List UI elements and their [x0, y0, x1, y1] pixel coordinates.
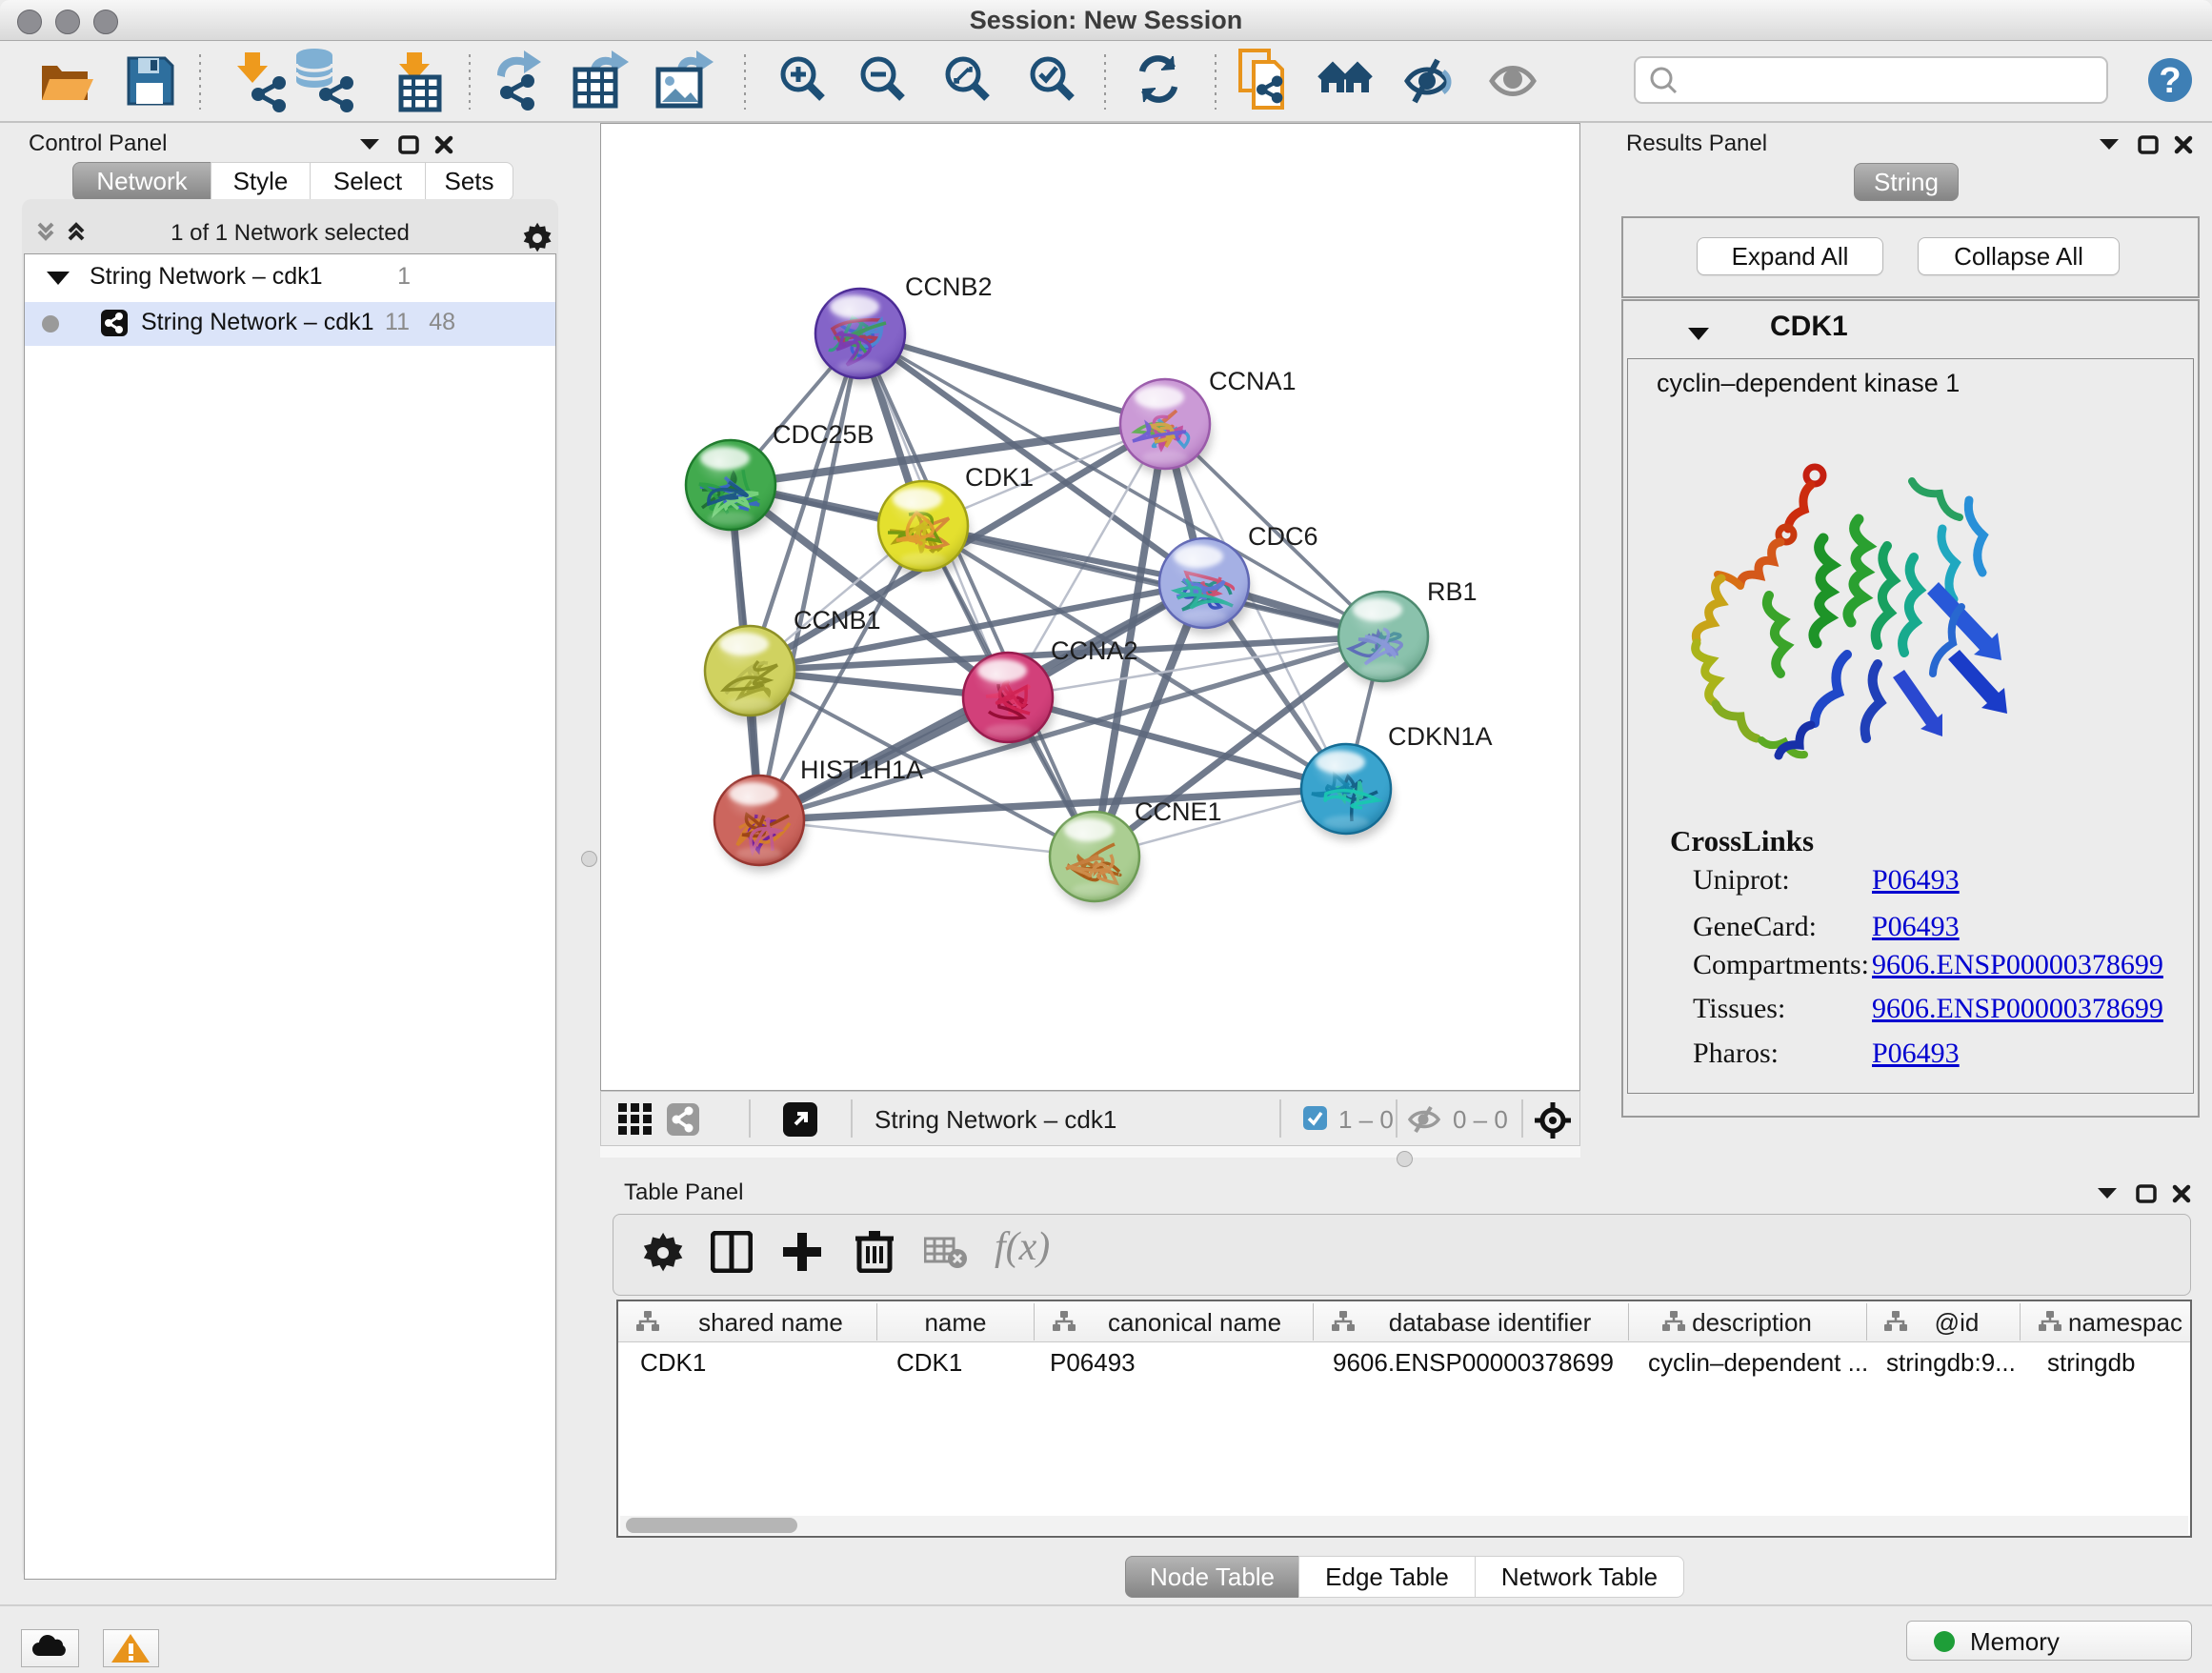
svg-text:CDC6: CDC6 — [1248, 522, 1318, 551]
svg-text:CCNE1: CCNE1 — [1135, 797, 1222, 826]
svg-text:?: ? — [2159, 61, 2181, 101]
svg-text:CCNB2: CCNB2 — [905, 272, 993, 301]
svg-text:CDK1: CDK1 — [965, 463, 1034, 492]
svg-text:RB1: RB1 — [1427, 577, 1478, 606]
svg-text:CDC25B: CDC25B — [773, 420, 875, 449]
svg-text:CCNB1: CCNB1 — [794, 606, 881, 635]
svg-text:CDKN1A: CDKN1A — [1388, 722, 1493, 751]
svg-text:CCNA1: CCNA1 — [1209, 367, 1297, 395]
svg-text:HIST1H1A: HIST1H1A — [800, 756, 923, 784]
svg-text:CCNA2: CCNA2 — [1051, 636, 1138, 665]
